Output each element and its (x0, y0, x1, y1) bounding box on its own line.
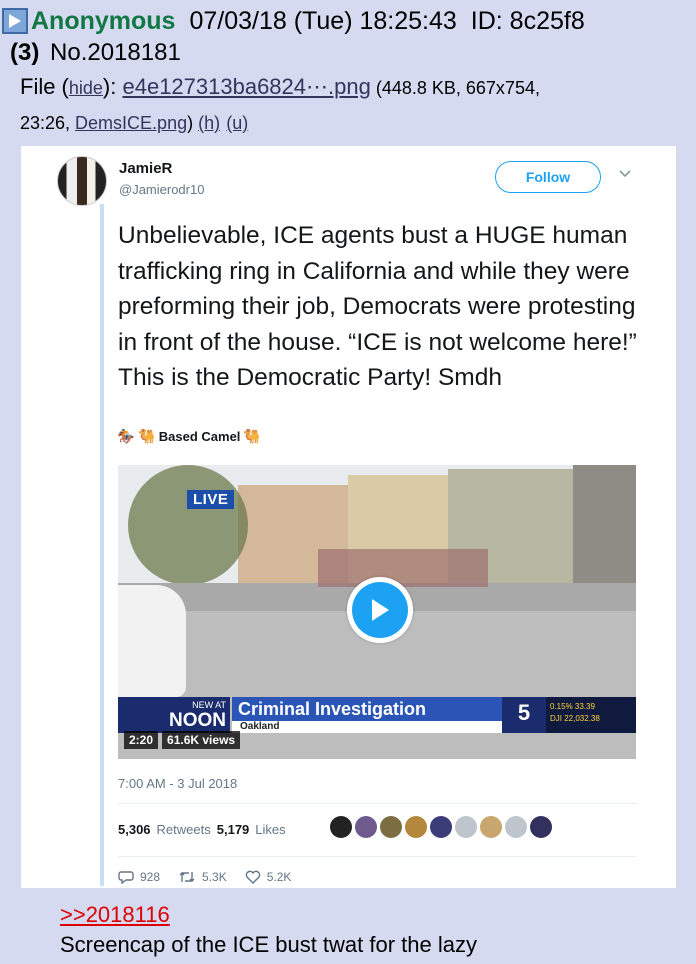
video-crowd (318, 549, 488, 587)
tweet-screenshot-image[interactable]: JamieR @Jamierodr10 Follow Unbelievable,… (21, 146, 676, 888)
video-player: LIVE NEW AT NOON Criminal Investigation … (118, 465, 636, 759)
noon-label: NOON (169, 710, 226, 731)
original-filename-link[interactable]: DemsICE.png (75, 113, 187, 133)
tweet-handle: @Jamierodr10 (119, 182, 205, 197)
camel-emoji-icon: 🐫 (243, 428, 261, 444)
divider (118, 856, 636, 857)
retweets-count: 5,306 (118, 822, 151, 837)
reply-action: 928 (118, 870, 160, 884)
poster-id[interactable]: ID: 8c25f8 (471, 7, 585, 36)
hide-image-link[interactable]: hide (69, 78, 103, 98)
station-logo: 5 (502, 697, 546, 733)
avatar (455, 816, 477, 838)
post-number-link[interactable]: No.2018181 (50, 39, 181, 66)
live-badge: LIVE (187, 490, 235, 509)
news-headline: Criminal Investigation (232, 697, 502, 721)
video-stats: 2:20 61.6K views (124, 731, 241, 749)
post-header-line: Anonymous 07/03/18 (Tue) 18:25:43 ID: 8c… (0, 4, 690, 38)
thread-line (100, 204, 104, 886)
post-header: Anonymous 07/03/18 (Tue) 18:25:43 ID: 8c… (0, 4, 690, 68)
file-info: File (hide): e4e127313ba6824⋯.png (448.8… (20, 70, 680, 140)
reply-count: (3) (10, 39, 40, 66)
tweet-actions: 928 5.3K 5.2K (118, 870, 291, 884)
ticker-line: DJI 22,032.38 (550, 714, 600, 723)
file-label: File ( (20, 74, 69, 99)
video-house (573, 465, 636, 585)
chevron-down-icon (619, 170, 631, 178)
avatar (57, 156, 107, 206)
quote-link[interactable]: >>2018116 (60, 902, 170, 928)
retweet-icon (179, 872, 195, 882)
reply-icon (118, 871, 134, 884)
news-lower-third: NEW AT NOON Criminal Investigation Oakla… (118, 697, 636, 733)
news-noon-block: NEW AT NOON (118, 697, 230, 733)
h-link[interactable]: (h) (198, 113, 220, 133)
video-duration: 2:20 (124, 731, 159, 749)
retweets-label: Retweets (156, 822, 211, 837)
poster-name: Anonymous (31, 6, 176, 35)
divider (118, 803, 636, 804)
like-action: 5.2K (245, 870, 292, 884)
file-meta-ratio: 23:26, (20, 113, 76, 133)
like-count: 5.2K (266, 870, 292, 884)
avatar (355, 816, 377, 838)
tweet-stats: 5,306 Retweets 5,179 Likes (118, 822, 286, 837)
file-label-close: ): (102, 74, 123, 99)
tweet-display-name: JamieR (119, 160, 173, 177)
follow-button: Follow (495, 161, 601, 193)
play-icon (352, 582, 408, 638)
expand-play-icon[interactable] (2, 8, 28, 34)
avatar (430, 816, 452, 838)
avatar (330, 816, 352, 838)
avatar (380, 816, 402, 838)
horse-camel-emoji-icon: 🏇 🐫 (117, 428, 156, 444)
liker-avatars (330, 816, 552, 838)
u-link[interactable]: (u) (226, 113, 248, 133)
stock-ticker: 0.15% 33.39 DJI 22,032.38 (546, 697, 636, 733)
ticker-line: 0.15% 33.39 (550, 702, 595, 711)
likes-count: 5,179 (216, 822, 250, 837)
video-play-button (347, 577, 413, 643)
avatar (505, 816, 527, 838)
video-views: 61.6K views (162, 731, 241, 749)
tweet-timestamp: 7:00 AM - 3 Jul 2018 (118, 776, 238, 791)
source-label: Based Camel (158, 429, 241, 444)
avatar (405, 816, 427, 838)
retweet-count: 5.3K (202, 870, 227, 884)
post-comment: Screencap of the ICE bust twat for the l… (60, 932, 477, 957)
avatar (530, 816, 552, 838)
retweet-action: 5.3K (178, 870, 227, 884)
tweet-text: Unbelievable, ICE agents bust a HUGE hum… (118, 222, 637, 391)
news-location: Oakland (232, 721, 502, 733)
heart-icon (245, 870, 260, 884)
tweet-source-line: 🏇 🐫 Based Camel 🐫 (117, 428, 261, 445)
reply-count: 928 (140, 870, 161, 884)
file-name-link[interactable]: e4e127313ba6824⋯.png (122, 74, 370, 99)
video-car (118, 585, 186, 697)
post-datetime: 07/03/18 (Tue) 18:25:43 (189, 6, 457, 35)
file-meta-close: ) (187, 113, 199, 133)
avatar (480, 816, 502, 838)
post-number-line: (3) No.2018181 (10, 38, 690, 68)
video-tree (128, 465, 248, 585)
likes-label: Likes (255, 822, 286, 837)
file-meta: (448.8 KB, 667x754, (370, 78, 540, 98)
